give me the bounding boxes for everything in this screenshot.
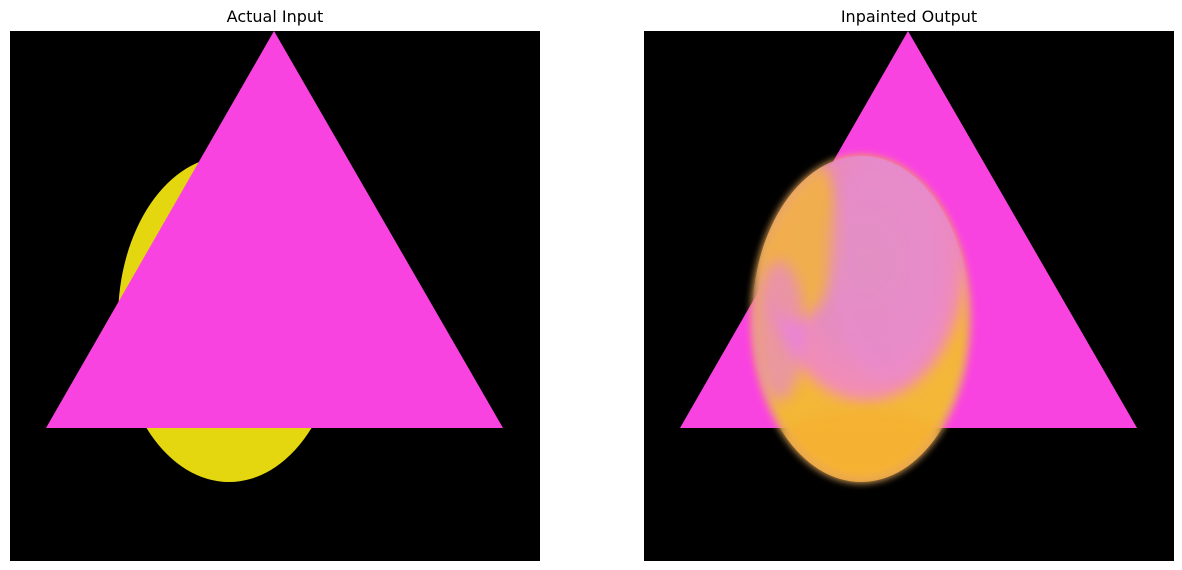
inpainted-output-image [644, 31, 1174, 561]
actual-input-panel: Actual Input [10, 0, 540, 570]
actual-input-title: Actual Input [226, 7, 324, 26]
inpainted-output-panel: Inpainted Output [644, 0, 1174, 570]
inpainted-output-title: Inpainted Output [840, 7, 978, 26]
actual-input-image [10, 31, 540, 561]
